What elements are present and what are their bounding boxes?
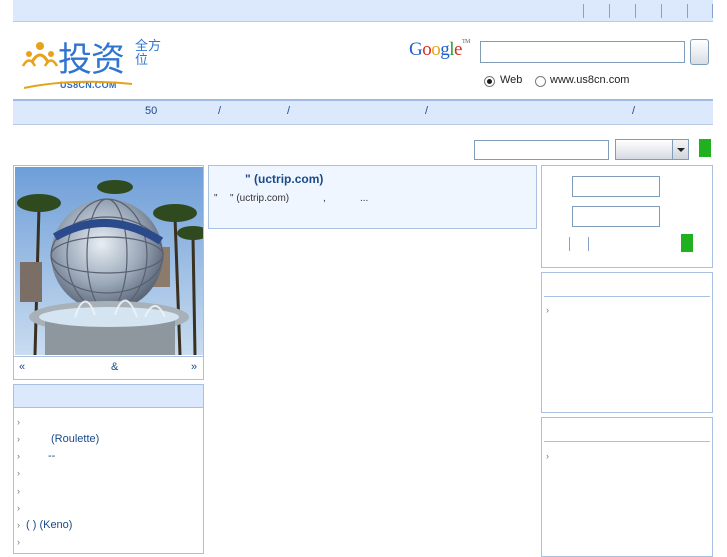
google-logo-letter: g (440, 39, 450, 60)
nav-item[interactable]: 50 (145, 105, 157, 117)
radio-web[interactable] (484, 76, 495, 87)
photo-prev-link[interactable]: « (19, 361, 25, 373)
photo-caption-bar: « & » (14, 356, 203, 379)
site-search-input[interactable] (474, 140, 609, 160)
bullet-icon: › (17, 417, 20, 427)
logo-text: 投资 (58, 40, 125, 80)
google-logo-letter: o (431, 39, 441, 60)
logo-swoosh-icon (23, 80, 133, 89)
top-link-divider (609, 4, 610, 18)
bullet-icon: › (546, 305, 549, 315)
bullet-icon: › (546, 451, 549, 461)
game-list-header (14, 385, 203, 408)
google-logo-letter: e (454, 39, 462, 60)
list-item[interactable]: › (17, 536, 26, 548)
side-panel (541, 417, 713, 557)
photo-next-link[interactable]: » (191, 361, 197, 373)
site-search-button[interactable] (699, 139, 711, 157)
nav-separator: / (632, 105, 636, 117)
login-link-divider (569, 237, 570, 251)
nav-separator: / (287, 105, 291, 117)
logo-people-icon (22, 42, 58, 67)
google-search-button[interactable] (690, 39, 709, 65)
bullet-icon: › (17, 468, 20, 478)
bullet-icon: › (17, 486, 20, 496)
bullet-icon: › (17, 503, 20, 513)
top-link-divider (712, 4, 713, 18)
google-logo-letter: G (409, 39, 423, 60)
list-item[interactable]: ›( ) (Keno) (17, 519, 72, 531)
article-more[interactable]: ... (360, 193, 368, 204)
side-panel-divider (544, 296, 710, 297)
radio-web-label: Web (500, 74, 523, 86)
username-field[interactable] (572, 176, 660, 197)
google-trademark: TM (461, 39, 471, 45)
radio-site-label: www.us8cn.com (550, 74, 630, 86)
password-field[interactable] (572, 206, 660, 227)
logo-side-text: 全方位 (135, 39, 162, 68)
top-link-divider (583, 4, 584, 18)
login-link-divider (588, 237, 589, 251)
article-comma: , (323, 193, 326, 204)
site-search-select[interactable] (615, 139, 689, 160)
article-quote-mark: " (214, 193, 218, 204)
list-item[interactable]: › (Roulette) (17, 433, 99, 445)
list-item[interactable]: › -- (17, 450, 55, 462)
list-item[interactable]: › (17, 467, 26, 479)
side-panel-divider (544, 441, 710, 442)
radio-site[interactable] (535, 76, 546, 87)
bullet-icon: › (17, 520, 20, 530)
list-item[interactable]: › (17, 502, 26, 514)
google-logo-letter: o (422, 39, 432, 60)
list-item[interactable]: › (17, 416, 26, 428)
bullet-icon: › (17, 537, 20, 547)
featured-photo[interactable] (15, 167, 203, 355)
chevron-down-icon[interactable] (672, 140, 688, 159)
bullet-icon: › (17, 451, 20, 461)
top-link-divider (635, 4, 636, 18)
nav-separator: / (425, 105, 429, 117)
article-source: " (uctrip.com) (230, 193, 290, 204)
google-search-input[interactable] (480, 41, 685, 63)
top-link-divider (687, 4, 688, 18)
top-link-divider (661, 4, 662, 18)
nav-separator: / (218, 105, 222, 117)
side-panel (541, 272, 713, 413)
top-utility-bar (13, 0, 713, 22)
article-title[interactable]: " (uctrip.com) (245, 172, 323, 186)
bullet-icon: › (17, 434, 20, 444)
list-item[interactable]: › (17, 485, 26, 497)
login-button[interactable] (681, 234, 693, 252)
photo-caption-text[interactable]: & (111, 361, 118, 373)
main-nav-bar (13, 99, 713, 125)
google-logo: GoogleTM (409, 39, 470, 61)
